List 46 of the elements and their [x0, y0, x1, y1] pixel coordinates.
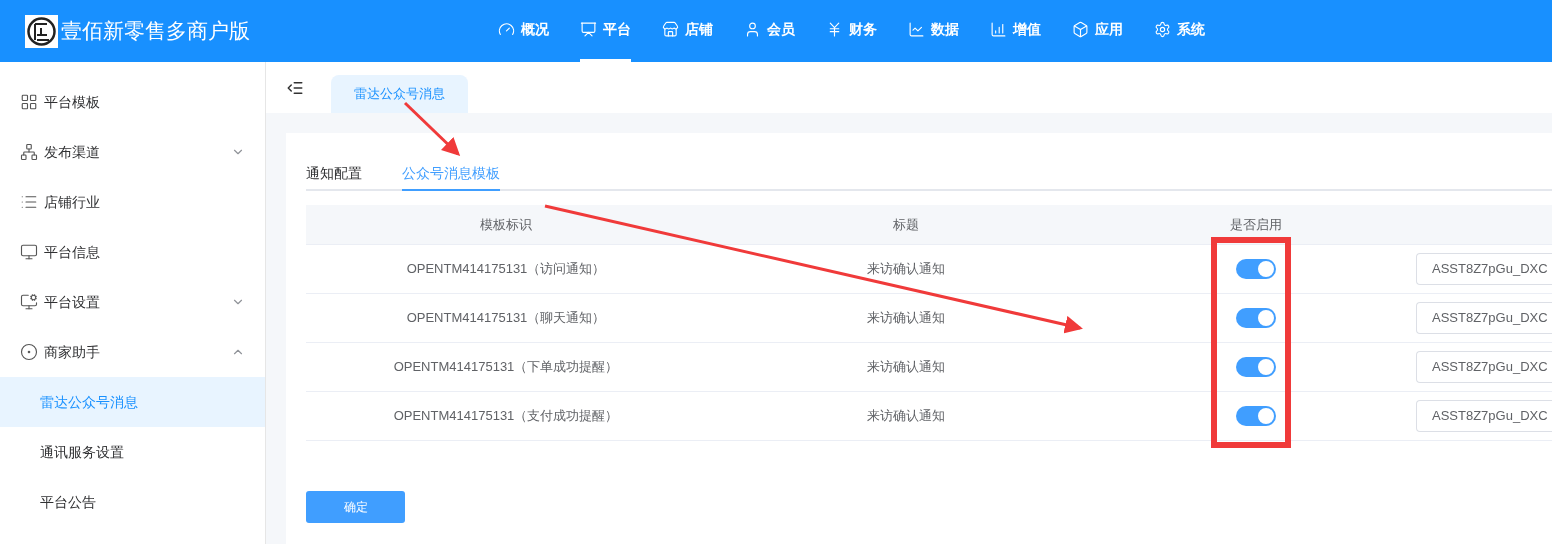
- monitor-icon: [20, 243, 38, 261]
- input-field[interactable]: ASST8Z7pGu_DXC: [1416, 253, 1552, 285]
- grid-icon: [20, 93, 38, 111]
- monitor-gear-icon: [20, 293, 38, 311]
- annotation-arrow: [403, 101, 461, 157]
- column-header: 标题: [893, 215, 919, 234]
- sidebar-item[interactable]: 平台信息: [0, 227, 265, 277]
- circle-icon: [20, 343, 38, 361]
- table-cell-text: 来访确认通知: [867, 309, 945, 328]
- sidebar-subitem[interactable]: 平台公告: [0, 477, 265, 527]
- toggle-switch[interactable]: [1236, 357, 1276, 377]
- toggle-switch[interactable]: [1236, 308, 1276, 328]
- table-cell-text: OPENTM414175131（聊天通知）: [406, 309, 606, 328]
- sidebar-item[interactable]: 店铺行业: [0, 177, 265, 227]
- collapse-menu-icon[interactable]: [286, 79, 304, 97]
- column-header: 模板标识: [480, 215, 532, 234]
- bar-chart-icon: [990, 21, 1007, 38]
- table-cell-text: OPENTM414175131（支付成功提醒）: [393, 407, 619, 426]
- gauge-icon: [498, 21, 515, 38]
- logo-icon: [25, 14, 58, 48]
- table-cell-text: 来访确认通知: [867, 407, 945, 426]
- store-icon: [662, 21, 679, 38]
- table-cell-text: OPENTM414175131（访问通知）: [406, 260, 606, 279]
- input-field[interactable]: ASST8Z7pGu_DXC: [1416, 302, 1552, 334]
- user-icon: [744, 21, 761, 38]
- hierarchy-icon: [20, 143, 38, 161]
- toggle-switch[interactable]: [1236, 259, 1276, 279]
- monitor-icon: [580, 21, 597, 38]
- sub-tab[interactable]: 通知配置: [306, 157, 362, 191]
- sidebar-subitem[interactable]: 通讯服务设置: [0, 427, 265, 477]
- input-field[interactable]: ASST8Z7pGu_DXC: [1416, 351, 1552, 383]
- table-cell-text: 来访确认通知: [867, 260, 945, 279]
- cube-icon: [1072, 21, 1089, 38]
- sidebar-item[interactable]: 商家助手: [0, 327, 265, 377]
- brand-name: 壹佰新零售多商户版: [61, 18, 250, 45]
- column-header: 是否启用: [1230, 215, 1282, 234]
- table-cell-text: 来访确认通知: [867, 358, 945, 377]
- sidebar-item[interactable]: 发布渠道: [0, 127, 265, 177]
- toggle-switch[interactable]: [1236, 406, 1276, 426]
- input-field[interactable]: ASST8Z7pGu_DXC: [1416, 400, 1552, 432]
- list-icon: [20, 193, 38, 211]
- sidebar-item[interactable]: 平台设置: [0, 277, 265, 327]
- line-chart-icon: [908, 21, 925, 38]
- settings-icon: [1154, 21, 1171, 38]
- sidebar-item[interactable]: 平台模板: [0, 77, 265, 127]
- table-cell-text: OPENTM414175131（下单成功提醒）: [393, 358, 619, 377]
